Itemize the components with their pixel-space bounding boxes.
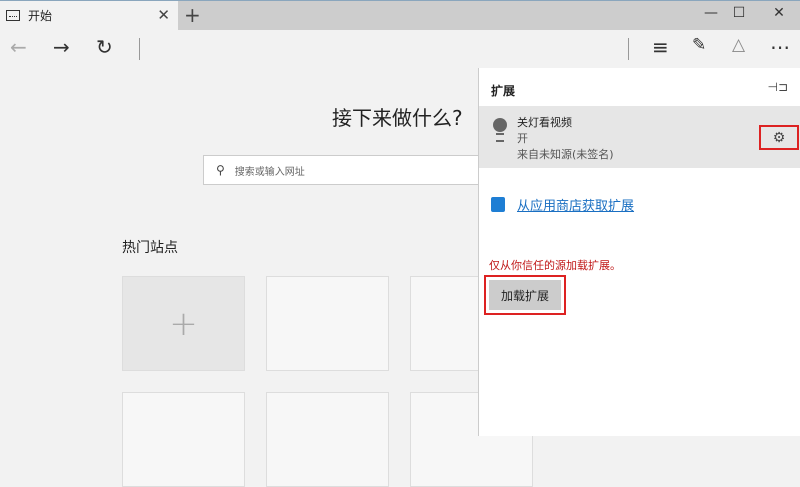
site-tile[interactable] [266, 276, 389, 371]
web-note-icon[interactable]: ✎ [692, 35, 706, 55]
tab-start[interactable]: 开始 ✕ [0, 1, 178, 30]
back-button[interactable]: ← [10, 35, 27, 59]
share-icon[interactable]: △ [732, 35, 745, 55]
close-window-button[interactable]: ✕ [764, 5, 794, 21]
minimize-button[interactable]: — [696, 5, 726, 21]
tab-title: 开始 [28, 9, 53, 23]
add-site-tile[interactable]: + [122, 276, 245, 371]
pin-icon[interactable]: ⊣⊐ [767, 80, 788, 94]
load-extension-button[interactable]: 加载扩展 [489, 280, 561, 310]
toolbar: ← → ↻ ≡ ✎ △ ⋯ [0, 30, 800, 68]
divider [628, 38, 629, 60]
extension-source: 来自未知源(未签名) [517, 148, 614, 161]
more-icon[interactable]: ⋯ [770, 35, 790, 59]
search-input[interactable]: ⚲ 搜索或输入网址 [203, 155, 493, 185]
store-link-row: 从应用商店获取扩展 [491, 195, 634, 214]
extension-item[interactable]: 关灯看视频 开 来自未知源(未签名) ⚙ [479, 106, 800, 168]
page-title: 接下来做什么? [332, 106, 463, 130]
lightbulb-icon [493, 118, 507, 142]
tab-bar: 开始 ✕ + — ☐ ✕ [0, 0, 800, 30]
forward-button[interactable]: → [53, 35, 70, 59]
divider [139, 38, 140, 60]
highlight-box: 加载扩展 [484, 275, 566, 315]
new-tab-button[interactable]: + [184, 3, 201, 27]
maximize-button[interactable]: ☐ [724, 5, 754, 21]
search-placeholder: 搜索或输入网址 [234, 166, 305, 178]
extension-name: 关灯看视频 [517, 116, 572, 129]
search-icon: ⚲ [216, 163, 225, 177]
warning-text: 仅从你信任的源加载扩展。 [489, 259, 621, 272]
page-icon [6, 10, 20, 21]
close-tab-icon[interactable]: ✕ [157, 6, 170, 24]
store-link[interactable]: 从应用商店获取扩展 [517, 195, 634, 214]
store-icon [491, 197, 505, 212]
extension-status: 开 [517, 132, 528, 145]
gear-icon[interactable]: ⚙ [759, 125, 799, 150]
refresh-button[interactable]: ↻ [96, 35, 113, 59]
panel-title: 扩展 [491, 84, 516, 98]
extensions-panel: 扩展 ⊣⊐ 关灯看视频 开 来自未知源(未签名) ⚙ 从应用商店获取扩展 仅从你… [478, 68, 800, 436]
hub-icon[interactable]: ≡ [652, 35, 669, 59]
top-sites-heading: 热门站点 [122, 240, 178, 256]
site-tile[interactable] [266, 392, 389, 487]
site-tile[interactable] [122, 392, 245, 487]
